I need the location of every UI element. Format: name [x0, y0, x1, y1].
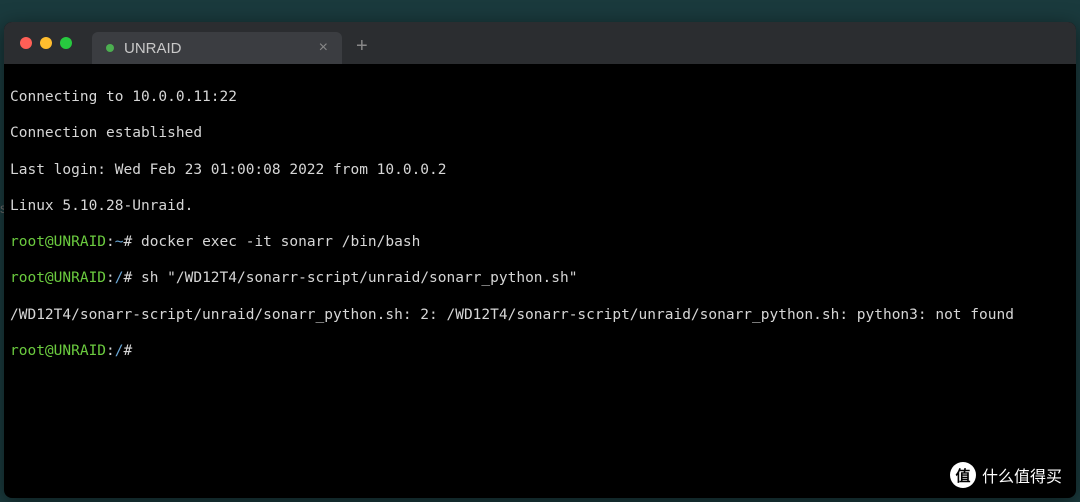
prompt-hash: #	[124, 270, 133, 286]
tab-unraid[interactable]: UNRAID ×	[92, 32, 342, 64]
command-text: docker exec -it sonarr /bin/bash	[132, 234, 420, 250]
terminal-output-line: /WD12T4/sonarr-script/unraid/sonarr_pyth…	[10, 306, 1070, 324]
command-text: sh "/WD12T4/sonarr-script/unraid/sonarr_…	[132, 270, 577, 286]
maximize-window-button[interactable]	[60, 37, 72, 49]
prompt-user: root@UNRAID	[10, 343, 106, 359]
prompt-path: /	[115, 270, 124, 286]
terminal-prompt-line: root@UNRAID:/# sh "/WD12T4/sonarr-script…	[10, 269, 1070, 287]
window-controls	[20, 37, 72, 49]
prompt-separator: :	[106, 270, 115, 286]
prompt-hash: #	[124, 343, 133, 359]
tab-title: UNRAID	[124, 40, 309, 57]
tab-bar: UNRAID × +	[92, 22, 368, 64]
prompt-separator: :	[106, 343, 115, 359]
terminal-line: Linux 5.10.28-Unraid.	[10, 197, 1070, 215]
prompt-user: root@UNRAID	[10, 234, 106, 250]
terminal-window: UNRAID × + Connecting to 10.0.0.11:22 Co…	[4, 22, 1076, 498]
close-window-button[interactable]	[20, 37, 32, 49]
minimize-window-button[interactable]	[40, 37, 52, 49]
terminal-body[interactable]: Connecting to 10.0.0.11:22 Connection es…	[4, 64, 1076, 402]
terminal-prompt-line: root@UNRAID:/#	[10, 342, 1070, 360]
terminal-line: Connection established	[10, 124, 1070, 142]
terminal-line: Connecting to 10.0.0.11:22	[10, 88, 1070, 106]
watermark: 值 什么值得买	[950, 462, 1062, 488]
watermark-badge-icon: 值	[950, 462, 976, 488]
connection-status-dot	[106, 44, 114, 52]
new-tab-button[interactable]: +	[356, 36, 368, 56]
prompt-user: root@UNRAID	[10, 270, 106, 286]
prompt-path: /	[115, 343, 124, 359]
terminal-prompt-line: root@UNRAID:~# docker exec -it sonarr /b…	[10, 233, 1070, 251]
prompt-hash: #	[124, 234, 133, 250]
prompt-separator: :	[106, 234, 115, 250]
close-tab-icon[interactable]: ×	[319, 40, 328, 56]
prompt-path: ~	[115, 234, 124, 250]
watermark-text: 什么值得买	[982, 463, 1062, 487]
titlebar: UNRAID × +	[4, 22, 1076, 64]
terminal-line: Last login: Wed Feb 23 01:00:08 2022 fro…	[10, 161, 1070, 179]
